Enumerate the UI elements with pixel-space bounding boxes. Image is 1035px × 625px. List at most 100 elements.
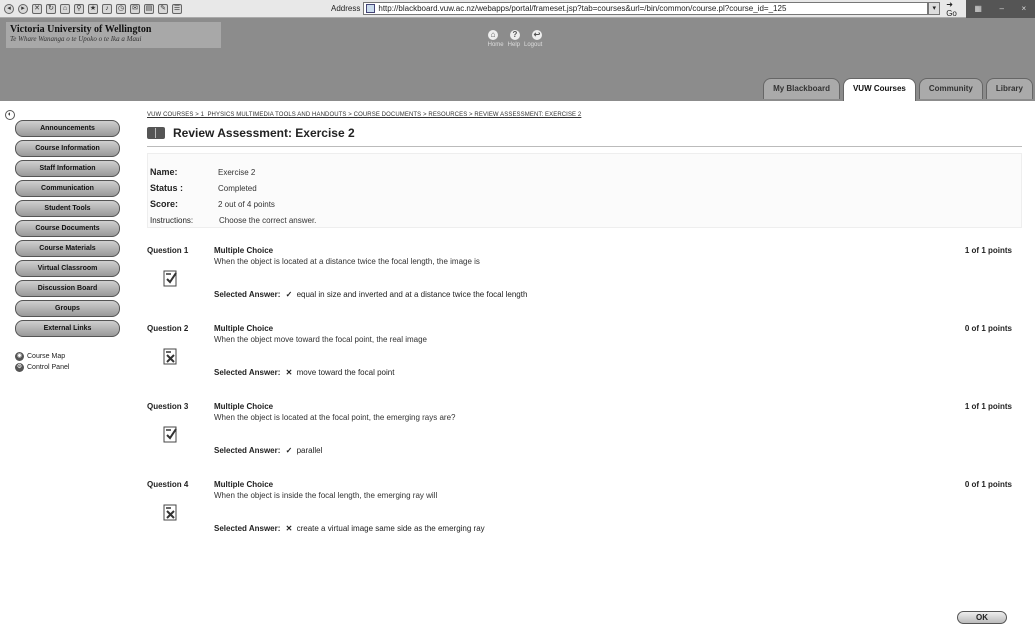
print-icon[interactable]: ▤ bbox=[144, 3, 154, 14]
sidebar-item-course-information[interactable]: Course Information bbox=[15, 140, 120, 157]
university-tagline: Te Whare Wananga o te Upoko o te Ika a M… bbox=[10, 35, 142, 43]
question-text: When the object is located at a distance… bbox=[214, 257, 480, 266]
question-text: When the object move toward the focal po… bbox=[214, 335, 428, 344]
question-text: When the object is located at the focal … bbox=[214, 413, 456, 422]
sidebar-item-virtual-classroom[interactable]: Virtual Classroom bbox=[15, 260, 120, 277]
score-label: Score: bbox=[150, 199, 179, 209]
discuss-icon[interactable]: ☰ bbox=[172, 3, 182, 14]
address-dropdown-icon[interactable]: ▾ bbox=[928, 2, 941, 15]
minimize-icon[interactable]: – bbox=[1000, 4, 1004, 13]
home-link-icon[interactable]: ⌂ bbox=[488, 30, 498, 40]
question-feedback-icon bbox=[163, 270, 177, 287]
selected-answer-label: Selected Answer: bbox=[214, 290, 281, 299]
home-link[interactable]: Home bbox=[488, 42, 504, 48]
refresh-icon[interactable]: ↻ bbox=[46, 3, 56, 14]
selected-answer-label: Selected Answer: bbox=[214, 524, 281, 533]
tab-community[interactable]: Community bbox=[918, 78, 983, 99]
question-number: Question 1 bbox=[147, 246, 189, 255]
edit-icon[interactable]: ✎ bbox=[158, 3, 168, 14]
window-controls: ▦ – × bbox=[965, 0, 1035, 18]
assessment-info: Name: Exercise 2 Status : Completed Scor… bbox=[147, 153, 1022, 228]
sidebar-item-external-links[interactable]: External Links bbox=[15, 320, 120, 337]
tab-library[interactable]: Library bbox=[985, 78, 1033, 99]
incorrect-icon: ✕ bbox=[285, 524, 293, 533]
toolbar-icons: ◂ ▸ ✕ ↻ ⌂ ⚲ ★ ♪ ◷ ✉ ▤ ✎ ☰ bbox=[0, 3, 327, 14]
address-label: Address bbox=[331, 4, 361, 13]
links-icon[interactable]: ▦ bbox=[974, 4, 982, 13]
media-icon[interactable]: ♪ bbox=[102, 3, 112, 14]
question-points: 0 of 1 points bbox=[964, 480, 1012, 489]
instructions-value: Choose the correct answer. bbox=[219, 215, 317, 225]
university-logo[interactable]: Victoria University of Wellington Te Wha… bbox=[6, 22, 221, 48]
book-icon bbox=[147, 127, 165, 139]
answer-text: parallel bbox=[296, 446, 323, 455]
browser-toolbar: ◂ ▸ ✕ ↻ ⌂ ⚲ ★ ♪ ◷ ✉ ▤ ✎ ☰ Address http:/… bbox=[0, 0, 1035, 18]
ok-button[interactable]: OK bbox=[957, 611, 1007, 624]
sidebar-item-student-tools[interactable]: Student Tools bbox=[15, 200, 120, 217]
question-type: Multiple Choice bbox=[214, 402, 274, 411]
question-number: Question 4 bbox=[147, 480, 189, 489]
question-number: Question 3 bbox=[147, 402, 189, 411]
address-url: http://blackboard.vuw.ac.nz/webapps/port… bbox=[378, 4, 787, 13]
history-icon[interactable]: ◷ bbox=[116, 3, 126, 14]
sidebar-item-announcements[interactable]: Announcements bbox=[15, 120, 120, 137]
question-feedback-icon bbox=[163, 504, 177, 521]
control-panel-link[interactable]: ⚙ Control Panel bbox=[15, 363, 123, 372]
header-links: ⌂ ? ↩ Home Help Logout bbox=[485, 30, 545, 48]
selected-answer: Selected Answer: ✓ parallel bbox=[214, 446, 322, 455]
course-map-link[interactable]: ◉ Course Map bbox=[15, 352, 123, 361]
sidebar-item-staff-information[interactable]: Staff Information bbox=[15, 160, 120, 177]
score-value: 2 out of 4 points bbox=[218, 199, 275, 209]
close-window-icon[interactable]: × bbox=[1022, 4, 1027, 13]
search-icon[interactable]: ⚲ bbox=[74, 3, 84, 14]
name-label: Name: bbox=[150, 167, 178, 177]
tab-bar: My Blackboard VUW Courses Community Libr… bbox=[763, 78, 1033, 101]
selected-answer-label: Selected Answer: bbox=[214, 446, 281, 455]
main-content: VUW COURSES > 1_PHYSICS MULTIMEDIA TOOLS… bbox=[147, 112, 1027, 558]
sidebar-item-communication[interactable]: Communication bbox=[15, 180, 120, 197]
sidebar-item-discussion-board[interactable]: Discussion Board bbox=[15, 280, 120, 297]
name-value: Exercise 2 bbox=[218, 167, 256, 177]
back-icon[interactable]: ◂ bbox=[4, 3, 14, 14]
mail-icon[interactable]: ✉ bbox=[130, 3, 140, 14]
correct-icon: ✓ bbox=[285, 290, 293, 299]
selected-answer-label: Selected Answer: bbox=[214, 368, 281, 377]
stop-icon[interactable]: ✕ bbox=[32, 3, 42, 14]
forward-icon[interactable]: ▸ bbox=[18, 3, 28, 14]
favorites-icon[interactable]: ★ bbox=[88, 3, 98, 14]
question-feedback-icon bbox=[163, 348, 177, 365]
course-menu: Announcements Course Information Staff I… bbox=[15, 120, 123, 374]
logout-link[interactable]: Logout bbox=[524, 42, 542, 48]
sidebar-item-course-materials[interactable]: Course Materials bbox=[15, 240, 120, 257]
question-item: Question 1 Multiple Choice 1 of 1 points… bbox=[147, 246, 1027, 324]
course-map-icon: ◉ bbox=[15, 352, 24, 361]
sidebar-item-course-documents[interactable]: Course Documents bbox=[15, 220, 120, 237]
site-header: Victoria University of Wellington Te Wha… bbox=[0, 18, 1035, 101]
control-panel-label: Control Panel bbox=[27, 364, 70, 371]
home-icon[interactable]: ⌂ bbox=[60, 3, 70, 14]
selected-answer: Selected Answer: ✓ equal in size and inv… bbox=[214, 290, 527, 299]
breadcrumb[interactable]: VUW COURSES > 1_PHYSICS MULTIMEDIA TOOLS… bbox=[147, 112, 1027, 118]
selected-answer: Selected Answer: ✕ create a virtual imag… bbox=[214, 524, 485, 533]
tab-my-blackboard[interactable]: My Blackboard bbox=[763, 78, 840, 99]
page-title-row: Review Assessment: Exercise 2 bbox=[147, 126, 1027, 140]
collapse-menu-icon[interactable]: ◐ bbox=[5, 110, 15, 120]
question-feedback-icon bbox=[163, 426, 177, 443]
university-name: Victoria University of Wellington bbox=[10, 24, 152, 35]
status-value: Completed bbox=[218, 183, 257, 193]
question-type: Multiple Choice bbox=[214, 324, 274, 333]
go-label: Go bbox=[946, 8, 957, 18]
help-link[interactable]: Help bbox=[508, 42, 520, 48]
correct-icon: ✓ bbox=[285, 446, 293, 455]
tab-vuw-courses[interactable]: VUW Courses bbox=[842, 78, 916, 101]
sidebar-item-groups[interactable]: Groups bbox=[15, 300, 120, 317]
address-bar[interactable]: http://blackboard.vuw.ac.nz/webapps/port… bbox=[363, 2, 929, 15]
selected-answer: Selected Answer: ✕ move toward the focal… bbox=[214, 368, 394, 377]
question-points: 0 of 1 points bbox=[964, 324, 1012, 333]
logout-icon[interactable]: ↩ bbox=[532, 30, 542, 40]
help-icon[interactable]: ? bbox=[510, 30, 520, 40]
go-button[interactable]: ➜ Go bbox=[946, 0, 965, 18]
question-item: Question 2 Multiple Choice 0 of 1 points… bbox=[147, 324, 1027, 402]
incorrect-icon: ✕ bbox=[285, 368, 293, 377]
question-type: Multiple Choice bbox=[214, 480, 274, 489]
